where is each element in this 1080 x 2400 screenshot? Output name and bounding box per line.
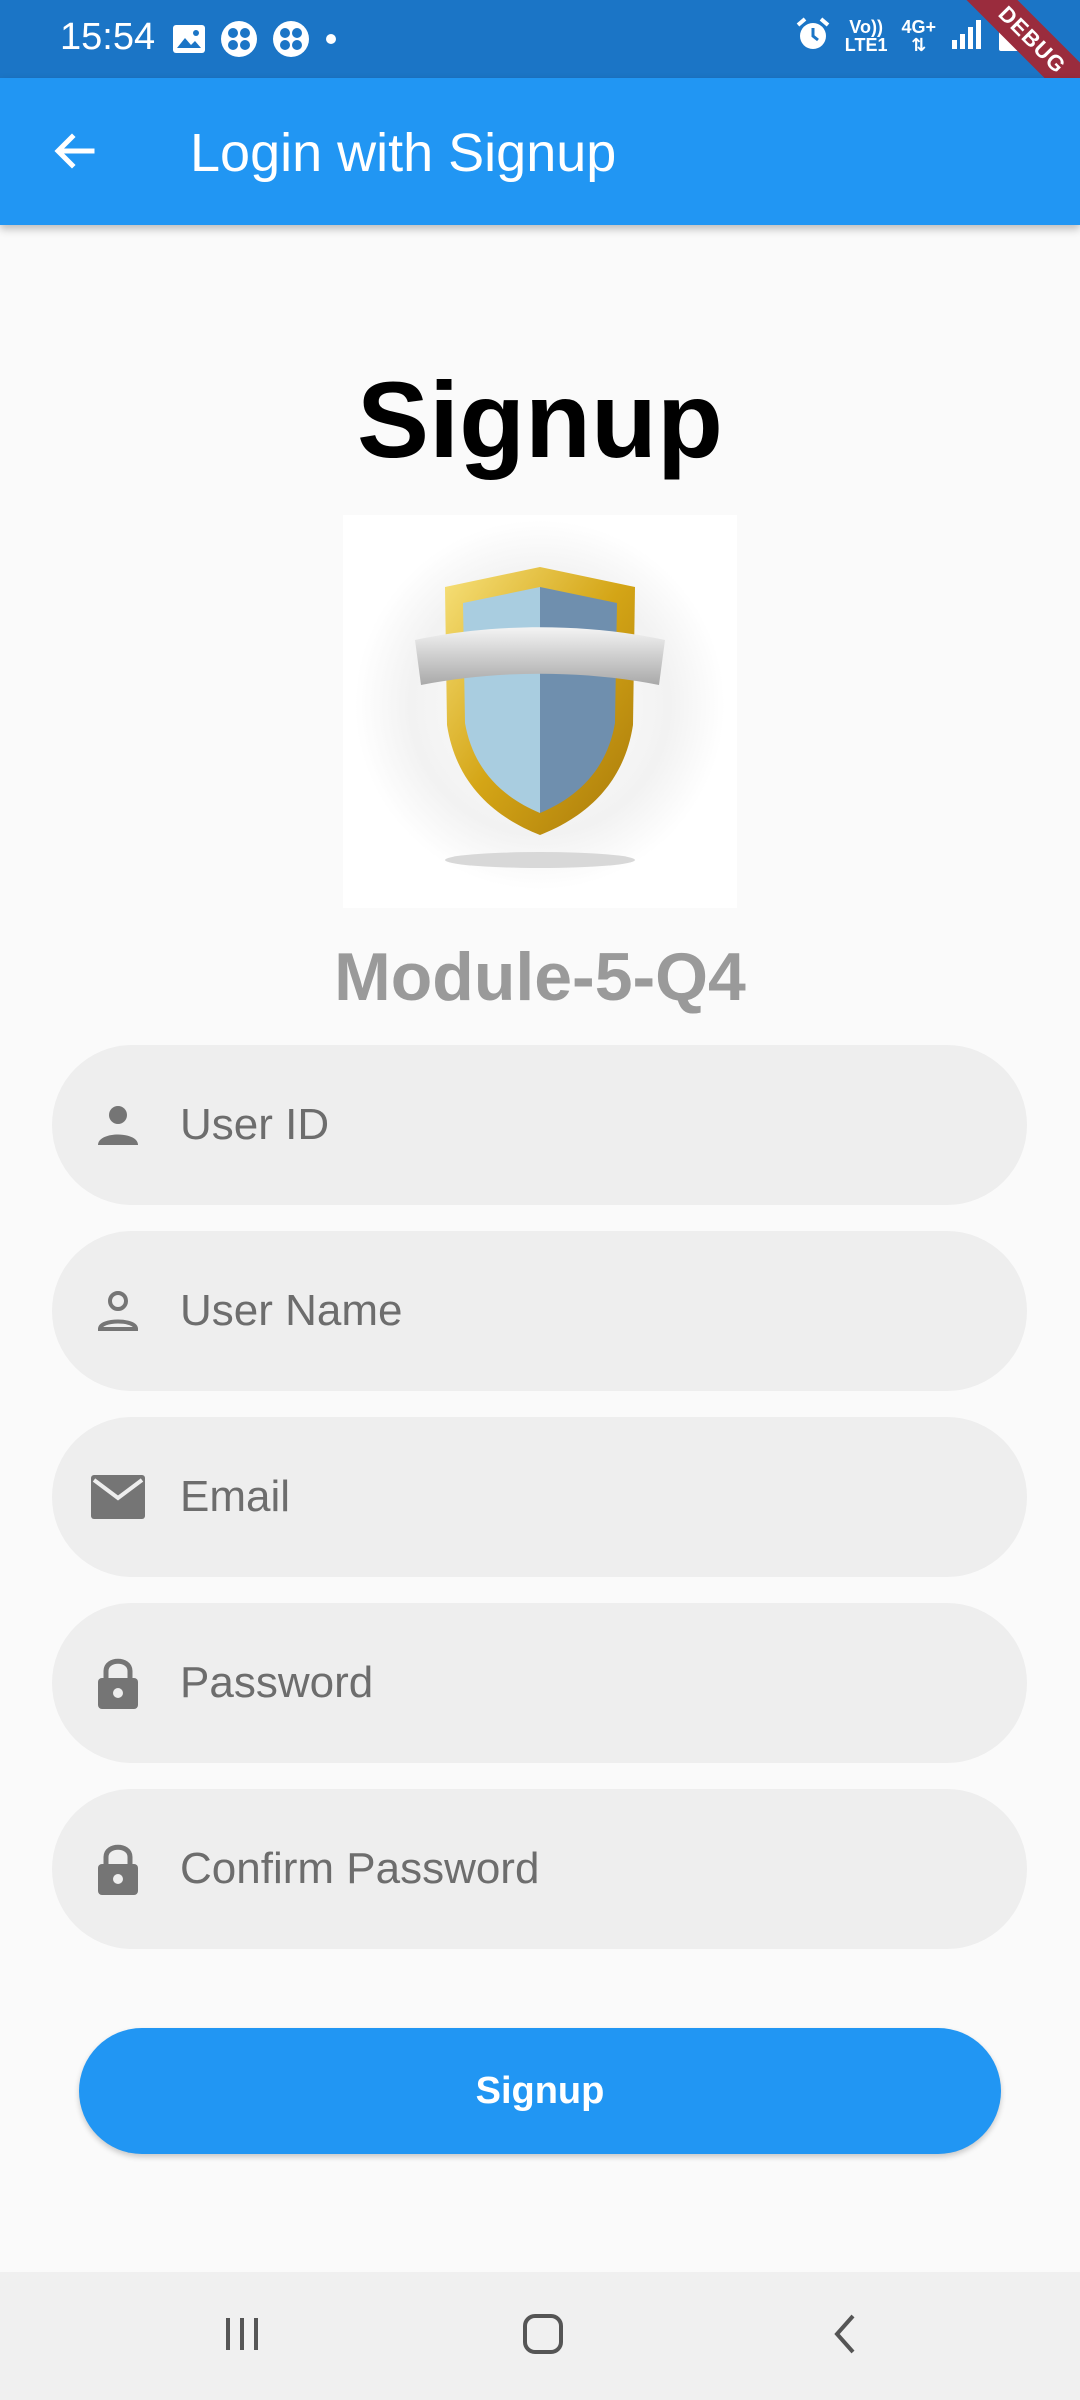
password-field[interactable] [52,1603,1027,1763]
person-outline-icon [88,1281,148,1341]
status-bar: 15:54 Vo)) LTE1 4G+ ⇅ DEBUG [0,0,1080,124]
user-id-input[interactable] [180,1045,980,1205]
app-bar: Login with Signup [0,78,1080,225]
home-button[interactable] [503,2306,583,2366]
status-time: 15:54 [60,16,156,58]
recent-apps-icon [222,2314,262,2359]
page-title: Signup [357,359,723,480]
data-type-indicator: 4G+ ⇅ [901,18,936,54]
nav-back-button[interactable] [805,2306,885,2366]
lock-icon [88,1839,148,1899]
lte-label: LTE1 [844,34,888,55]
person-icon [88,1095,148,1155]
lock-icon [88,1653,148,1713]
user-id-field[interactable] [52,1045,1027,1205]
dot-icon [324,32,338,51]
image-icon [172,24,206,59]
system-nav-bar [0,2272,1080,2400]
shield-icon [355,520,725,890]
back-button[interactable] [36,120,112,186]
volte-label: Vo)) [849,16,883,37]
shield-logo [343,515,737,908]
data-type-label: 4G+ [901,16,936,37]
alarm-icon [795,16,831,55]
fan-icon [272,20,310,63]
signal-icon [950,18,984,53]
app-bar-title: Login with Signup [190,123,617,183]
email-field[interactable] [52,1417,1027,1577]
fan-icon [220,20,258,63]
password-input[interactable] [180,1603,980,1763]
status-system-icons: Vo)) LTE1 4G+ ⇅ [795,16,1020,55]
signup-button[interactable]: Signup [79,2028,1001,2154]
email-input[interactable] [180,1417,980,1577]
back-icon [827,2312,863,2361]
data-arrows-icon: ⇅ [911,34,927,55]
user-name-field[interactable] [52,1231,1027,1391]
recent-apps-button[interactable] [202,2306,282,2366]
arrow-back-icon [50,127,98,180]
email-icon [88,1467,148,1527]
status-notification-icons [172,20,338,63]
confirm-password-input[interactable] [180,1789,980,1949]
module-label: Module-5-Q4 [334,939,746,1015]
user-name-input[interactable] [180,1231,980,1391]
home-icon [521,2312,565,2361]
network-indicator: Vo)) LTE1 [845,18,888,54]
confirm-password-field[interactable] [52,1789,1027,1949]
